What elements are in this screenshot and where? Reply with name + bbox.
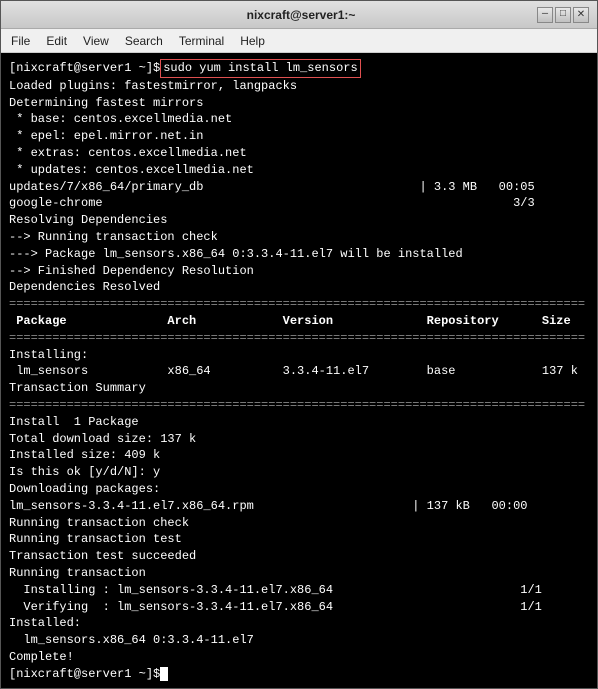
window-controls: — □ ✕ — [537, 7, 589, 23]
output-line: * extras: centos.excellmedia.net — [9, 145, 589, 162]
minimize-button[interactable]: — — [537, 7, 553, 23]
menubar: File Edit View Search Terminal Help — [1, 29, 597, 53]
output-line: google-chrome 3/3 — [9, 195, 589, 212]
output-line: * updates: centos.excellmedia.net — [9, 162, 589, 179]
output-block-2: Total download size: 137 k Installed siz… — [9, 431, 589, 666]
table-header: Package Arch Version Repository Size — [9, 313, 589, 330]
section-installing: Installing: — [9, 347, 589, 364]
output-block-1: Loaded plugins: fastestmirror, langpacks… — [9, 78, 589, 296]
prompt1: [nixcraft@server1 ~]$ — [9, 60, 160, 77]
output-line: * epel: epel.mirror.net.in — [9, 128, 589, 145]
output-line: Loaded plugins: fastestmirror, langpacks — [9, 78, 589, 95]
output-line: Resolving Dependencies — [9, 212, 589, 229]
separator-1: ========================================… — [9, 296, 589, 313]
final-prompt-line: [nixcraft@server1 ~]$ — [9, 666, 589, 683]
output-line: Running transaction check — [9, 515, 589, 532]
separator-3: ========================================… — [9, 397, 589, 414]
output-line: --> Running transaction check — [9, 229, 589, 246]
output-line: Installed size: 409 k — [9, 447, 589, 464]
install-line: Install 1 Package — [9, 414, 589, 431]
titlebar: nixcraft@server1:~ — □ ✕ — [1, 1, 597, 29]
output-line: Downloading packages: — [9, 481, 589, 498]
menu-terminal[interactable]: Terminal — [173, 32, 230, 50]
output-line: Installed: — [9, 615, 589, 632]
output-line: Determining fastest mirrors — [9, 95, 589, 112]
separator-2: ========================================… — [9, 330, 589, 347]
output-line: ---> Package lm_sensors.x86_64 0:3.3.4-1… — [9, 246, 589, 263]
output-line: Running transaction — [9, 565, 589, 582]
menu-view[interactable]: View — [77, 32, 115, 50]
window-title: nixcraft@server1:~ — [65, 8, 537, 22]
output-line: updates/7/x86_64/primary_db | 3.3 MB 00:… — [9, 179, 589, 196]
transaction-summary: Transaction Summary — [9, 380, 589, 397]
cursor — [160, 667, 168, 681]
output-line: Verifying : lm_sensors-3.3.4-11.el7.x86_… — [9, 599, 589, 616]
terminal-window: nixcraft@server1:~ — □ ✕ File Edit View … — [0, 0, 598, 689]
menu-edit[interactable]: Edit — [40, 32, 73, 50]
prompt2: [nixcraft@server1 ~]$ — [9, 666, 160, 683]
output-line: * base: centos.excellmedia.net — [9, 111, 589, 128]
output-line: Complete! — [9, 649, 589, 666]
command-text: sudo yum install lm_sensors — [160, 59, 360, 78]
output-line: Installing : lm_sensors-3.3.4-11.el7.x86… — [9, 582, 589, 599]
close-button[interactable]: ✕ — [573, 7, 589, 23]
table-row: lm_sensors x86_64 3.3.4-11.el7 base 137 … — [9, 363, 589, 380]
output-line: lm_sensors.x86_64 0:3.3.4-11.el7 — [9, 632, 589, 649]
output-line: Dependencies Resolved — [9, 279, 589, 296]
maximize-button[interactable]: □ — [555, 7, 571, 23]
menu-file[interactable]: File — [5, 32, 36, 50]
output-line: Transaction test succeeded — [9, 548, 589, 565]
output-line: lm_sensors-3.3.4-11.el7.x86_64.rpm | 137… — [9, 498, 589, 515]
output-line: Total download size: 137 k — [9, 431, 589, 448]
menu-search[interactable]: Search — [119, 32, 169, 50]
menu-help[interactable]: Help — [234, 32, 271, 50]
output-line: Running transaction test — [9, 531, 589, 548]
output-line: --> Finished Dependency Resolution — [9, 263, 589, 280]
terminal-body[interactable]: [nixcraft@server1 ~]$ sudo yum install l… — [1, 53, 597, 688]
output-line: Is this ok [y/d/N]: y — [9, 464, 589, 481]
command-line: [nixcraft@server1 ~]$ sudo yum install l… — [9, 59, 589, 78]
